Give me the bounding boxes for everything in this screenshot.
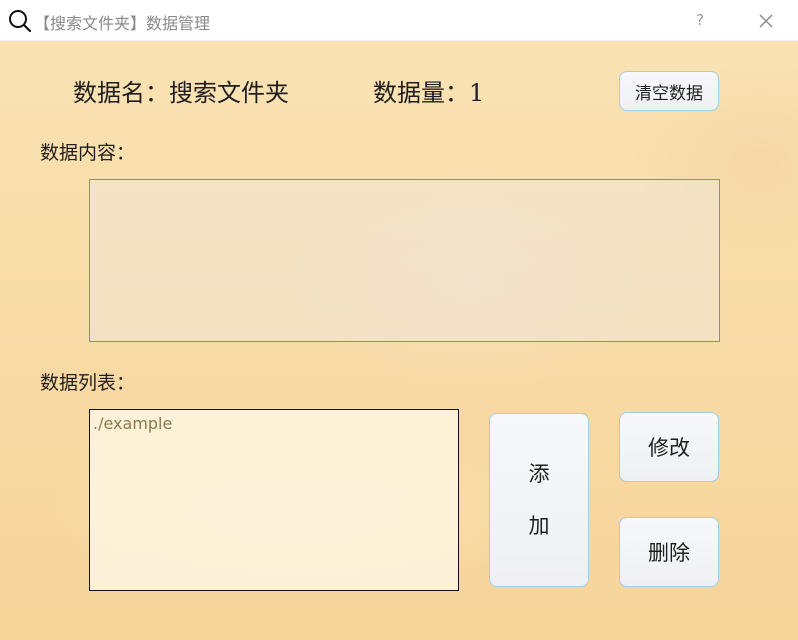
data-name-label: 数据名：搜索文件夹 <box>73 79 289 107</box>
edit-button[interactable]: 修改 <box>619 412 719 482</box>
add-button-label-2: 加 <box>528 514 550 538</box>
add-button[interactable]: 添 加 <box>489 413 589 587</box>
list-item[interactable]: ./example <box>93 414 455 433</box>
title-bar: 【搜索文件夹】数据管理 ? <box>0 0 798 41</box>
clear-data-button[interactable]: 清空数据 <box>619 71 719 111</box>
help-button[interactable]: ? <box>690 9 710 31</box>
data-list[interactable]: ./example <box>89 409 459 591</box>
close-icon[interactable] <box>755 10 777 32</box>
data-count-label: 数据量：1 <box>373 79 485 107</box>
data-list-label: 数据列表： <box>40 372 136 394</box>
data-content-textarea[interactable] <box>89 179 720 342</box>
window-title: 【搜索文件夹】数据管理 <box>34 14 211 33</box>
data-content-label: 数据内容： <box>40 142 136 164</box>
delete-button[interactable]: 删除 <box>619 517 719 587</box>
search-icon <box>9 10 32 33</box>
add-button-label-1: 添 <box>528 462 550 486</box>
